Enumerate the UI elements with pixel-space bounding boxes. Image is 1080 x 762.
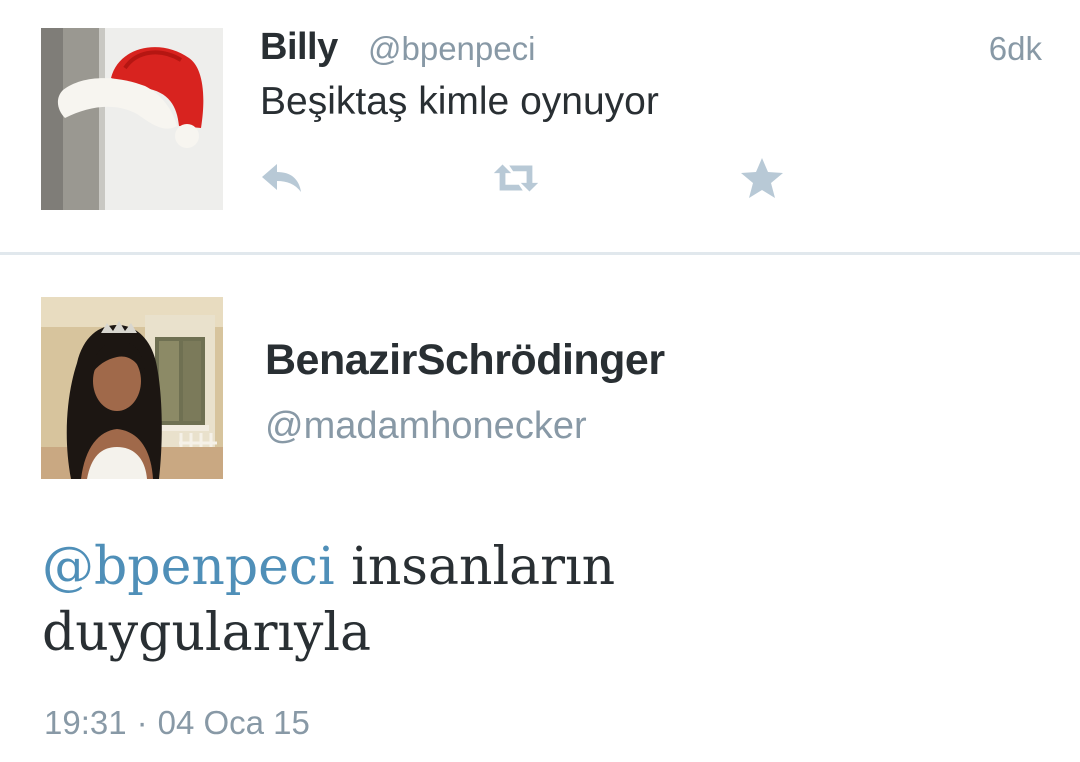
- tweet-text-line-2: duygularıyla: [42, 603, 372, 663]
- author-handle[interactable]: @madamhonecker: [265, 405, 587, 448]
- timeline-tweet[interactable]: Billy @bpenpeci 6dk Beşiktaş kimle oynuy…: [0, 0, 1080, 252]
- author-handle[interactable]: @bpenpeci: [368, 30, 535, 68]
- star-icon: [741, 158, 783, 198]
- tweet-time: 19:31: [44, 704, 127, 741]
- author-name[interactable]: Billy: [260, 26, 338, 69]
- avatar[interactable]: [41, 297, 223, 479]
- tweet-text: Beşiktaş kimle oynuyor: [260, 80, 659, 123]
- retweet-icon: [493, 164, 539, 192]
- avatar[interactable]: [41, 28, 223, 210]
- mention-link[interactable]: @bpenpeci: [42, 537, 335, 597]
- tweet-text: @bpenpeci insanların duygularıyla: [42, 534, 1042, 666]
- reply-icon: [262, 164, 301, 192]
- divider: [0, 252, 1080, 255]
- avatar-image: [41, 297, 223, 479]
- tweet-text-line-1: @bpenpeci insanların: [42, 534, 1042, 600]
- reply-button[interactable]: [256, 156, 308, 200]
- tweet-timestamp[interactable]: 19:31 · 04 Oca 15: [44, 704, 310, 742]
- favorite-button[interactable]: [736, 156, 788, 200]
- author-name[interactable]: BenazirSchrödinger: [265, 336, 665, 385]
- retweet-button[interactable]: [490, 156, 542, 200]
- tweet-timestamp[interactable]: 6dk: [989, 30, 1042, 68]
- avatar-image: [41, 28, 223, 210]
- tweet-date: 04 Oca 15: [157, 704, 310, 741]
- separator: ·: [136, 704, 148, 741]
- tweet-text-part: insanların: [334, 537, 616, 597]
